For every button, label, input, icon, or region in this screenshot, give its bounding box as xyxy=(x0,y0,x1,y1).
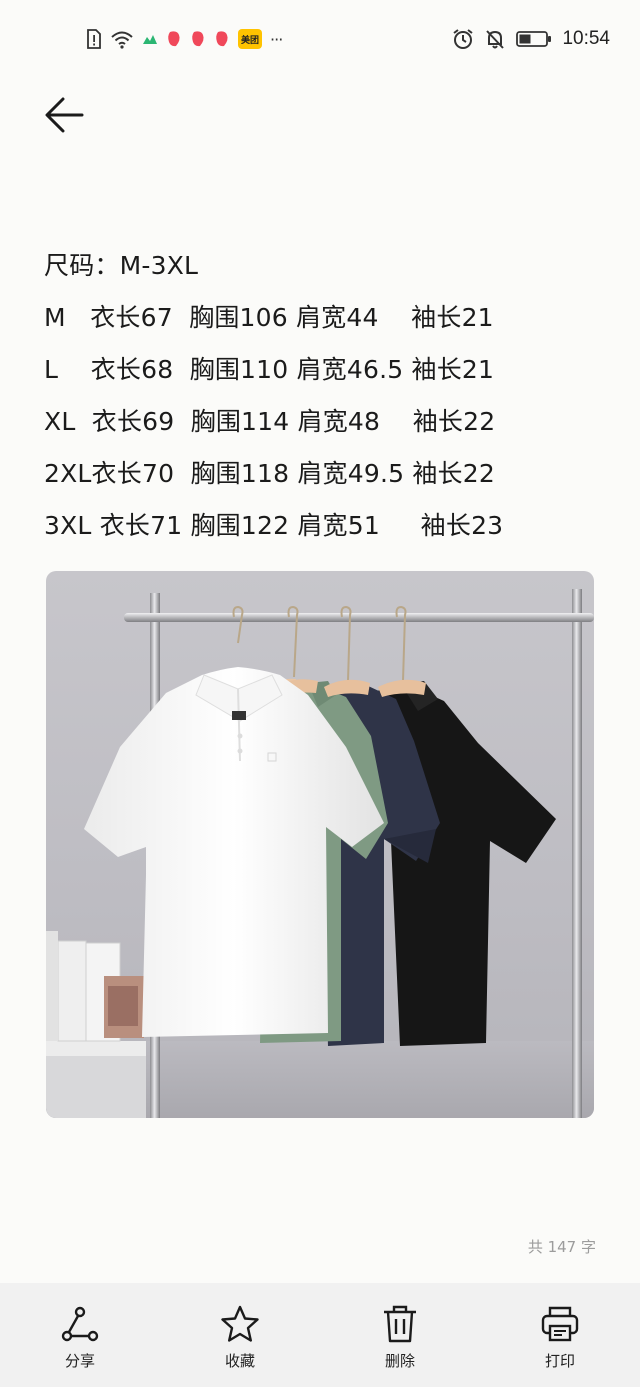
share-label: 分享 xyxy=(64,1352,95,1370)
red-app-icon-2 xyxy=(190,30,206,48)
note-body[interactable]: 尺码：M-3XL M 衣长67 胸围106 肩宽44 袖长21 L 衣长68 胸… xyxy=(44,240,604,552)
product-photo[interactable] xyxy=(46,571,594,1118)
wifi-icon xyxy=(110,29,134,49)
print-label: 打印 xyxy=(544,1352,575,1370)
status-time: 10:54 xyxy=(562,28,610,49)
sim-alert-icon xyxy=(86,29,102,49)
polo-shirts-on-rack-image xyxy=(46,589,594,1118)
favorite-button[interactable]: 收藏 xyxy=(160,1283,320,1387)
status-bar: 美团 ··· 10:54 xyxy=(0,0,640,80)
trash-icon xyxy=(379,1303,421,1345)
share-icon xyxy=(59,1303,101,1345)
alarm-icon xyxy=(452,28,474,50)
bottom-toolbar: 分享 收藏 删除 打印 xyxy=(0,1283,640,1387)
size-row-l: L 衣长68 胸围110 肩宽46.5 袖长21 xyxy=(44,355,495,384)
back-button[interactable] xyxy=(38,92,90,138)
battery-icon xyxy=(516,30,552,48)
mute-bell-icon xyxy=(484,28,506,50)
back-arrow-icon xyxy=(45,97,84,133)
green-app-icon xyxy=(142,32,158,46)
favorite-label: 收藏 xyxy=(224,1352,255,1370)
red-app-icon-1 xyxy=(166,30,182,48)
size-row-3xl: 3XL 衣长71 胸围122 肩宽51 袖长23 xyxy=(44,511,504,540)
print-button[interactable]: 打印 xyxy=(480,1283,640,1387)
status-bar-system: 10:54 xyxy=(452,26,610,52)
delete-label: 删除 xyxy=(384,1352,415,1370)
red-app-icon-3 xyxy=(214,30,230,48)
size-row-xl: XL 衣长69 胸围114 肩宽48 袖长22 xyxy=(44,407,496,436)
size-row-m: M 衣长67 胸围106 肩宽44 袖长21 xyxy=(44,303,494,332)
character-count: 共 147 字 xyxy=(527,1238,596,1256)
size-row-2xl: 2XL衣长70 胸围118 肩宽49.5 袖长22 xyxy=(44,459,495,488)
more-notifications-icon: ··· xyxy=(270,29,283,49)
printer-icon xyxy=(539,1303,581,1345)
meituan-app-badge: 美团 xyxy=(238,29,263,49)
size-range-line: 尺码：M-3XL xyxy=(44,251,199,280)
star-icon xyxy=(219,1303,261,1345)
status-bar-notifications: 美团 ··· xyxy=(86,26,283,52)
share-button[interactable]: 分享 xyxy=(0,1283,160,1387)
delete-button[interactable]: 删除 xyxy=(320,1283,480,1387)
